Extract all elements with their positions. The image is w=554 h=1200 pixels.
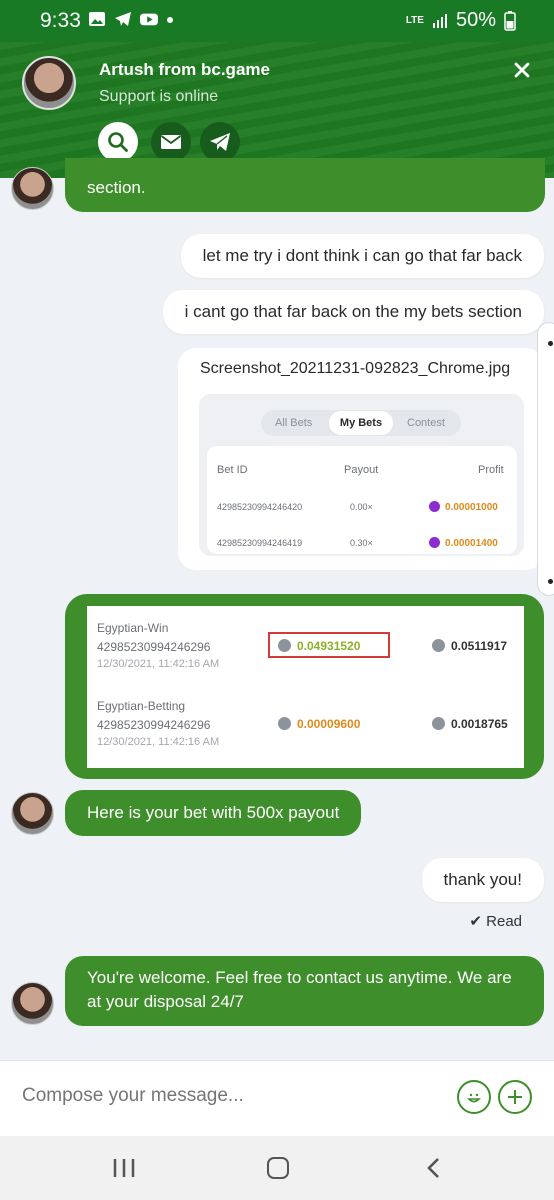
recent-apps-icon[interactable] (113, 1158, 135, 1178)
profit: 0.00001000 (445, 502, 498, 513)
plus-icon (508, 1090, 522, 1104)
litecoin-icon (432, 639, 445, 652)
coin-icon (429, 501, 440, 512)
litecoin-icon (432, 717, 445, 730)
user-message: let me try i dont think i can go that fa… (180, 234, 544, 278)
bets-tabs: All Bets My Bets Contest (261, 410, 461, 436)
agent-message: Here is your bet with 500x payout (65, 790, 362, 836)
gallery-icon (89, 12, 105, 26)
bet-amount: 0.00009600 (278, 717, 360, 731)
agent-status: Support is online (99, 88, 219, 105)
column-header: Bet ID (217, 464, 248, 476)
agent-avatar-small (11, 792, 54, 835)
system-indicators: LTE 50% (406, 9, 516, 32)
agent-message: You're welcome. Feel free to contact us … (65, 956, 544, 1026)
read-receipt: ✔ Read (469, 912, 522, 930)
image-message[interactable]: Egyptian-Win 42985230994246296 12/30/202… (65, 594, 544, 779)
profit: 0.00001400 (445, 538, 498, 549)
status-bar: 9:33 LTE 50% (0, 0, 554, 42)
search-icon (108, 132, 128, 152)
attachment-filename[interactable]: Screenshot_20211231-092823_Chrome.jpg (200, 360, 510, 378)
handle-dot (548, 341, 553, 346)
agent-avatar-small (11, 982, 54, 1025)
profit-cell: 0.00001400 (429, 537, 498, 549)
handle-dot (548, 579, 553, 584)
bets-table: Bet ID Payout Profit 42985230994246420 0… (207, 446, 517, 554)
bet-profit: 0.0018765 (432, 717, 508, 731)
payout: 0.00× (350, 502, 373, 512)
bet-profit: 0.0511917 (432, 639, 507, 653)
bet-time: 12/30/2021, 11:42:16 AM (97, 736, 220, 748)
game-name: Egyptian-Win (97, 621, 169, 635)
coin-icon (429, 537, 440, 548)
emoji-button[interactable] (457, 1080, 491, 1114)
column-header: Profit (478, 464, 504, 476)
image-attachment[interactable]: Screenshot_20211231-092823_Chrome.jpg Al… (178, 348, 544, 570)
message-text: Here is your bet with 500x payout (87, 803, 340, 822)
bet-id: 42985230994246419 (217, 538, 303, 548)
status-time: 9:33 (40, 9, 81, 32)
tab-my-bets: My Bets (329, 411, 393, 435)
tab-all-bets: All Bets (275, 417, 313, 429)
youtube-icon (140, 13, 158, 26)
home-icon[interactable] (267, 1157, 289, 1179)
system-nav-bar (0, 1136, 554, 1200)
highlight-box (268, 632, 390, 658)
profit-cell: 0.00001000 (429, 501, 498, 513)
bet-id: 42985230994246296 (97, 640, 211, 654)
read-status: Read (486, 913, 522, 930)
network-indicator: LTE (405, 15, 424, 26)
notification-icons (88, 11, 174, 27)
message-text: section. (87, 178, 146, 197)
agent-avatar (22, 56, 76, 110)
battery-level: 50% (455, 9, 496, 31)
litecoin-icon (278, 717, 291, 730)
bet-id: 42985230994246296 (97, 718, 211, 732)
back-icon[interactable] (426, 1157, 442, 1179)
search-button[interactable] (98, 122, 138, 162)
agent-message: section. (65, 158, 545, 212)
message-text: You're welcome. Feel free to contact us … (87, 968, 512, 1011)
agent-avatar-small (11, 167, 54, 210)
bet-id: 42985230994246420 (217, 502, 303, 512)
close-icon[interactable] (510, 58, 534, 82)
game-name: Egyptian-Betting (97, 699, 186, 713)
user-message: thank you! (421, 858, 544, 902)
attach-button[interactable] (498, 1080, 532, 1114)
telegram-button[interactable] (200, 122, 240, 162)
attachment-preview[interactable]: All Bets My Bets Contest Bet ID Payout P… (199, 394, 524, 556)
message-text: let me try i dont think i can go that fa… (202, 246, 522, 265)
message-text: thank you! (443, 870, 522, 889)
payout: 0.30× (350, 538, 373, 548)
mail-icon (160, 135, 182, 149)
smiley-icon (467, 1093, 481, 1103)
battery-icon (504, 10, 516, 31)
bets-screenshot[interactable]: Egyptian-Win 42985230994246296 12/30/202… (87, 606, 524, 768)
message-input[interactable] (22, 1085, 402, 1107)
telegram-icon (210, 133, 230, 151)
message-text: i cant go that far back on the my bets s… (184, 302, 522, 321)
bet-time: 12/30/2021, 11:42:16 AM (97, 658, 220, 670)
dot-icon (167, 17, 173, 23)
scroll-handle[interactable] (537, 322, 554, 596)
check-icon: ✔ (469, 913, 482, 930)
column-header: Payout (344, 464, 379, 476)
email-button[interactable] (151, 122, 191, 162)
telegram-status-icon (115, 12, 131, 26)
compose-bar (0, 1060, 554, 1136)
agent-name: Artush from bc.game (99, 60, 270, 79)
tab-contest: Contest (407, 417, 445, 429)
user-message: i cant go that far back on the my bets s… (162, 290, 544, 334)
signal-icon (432, 13, 447, 28)
